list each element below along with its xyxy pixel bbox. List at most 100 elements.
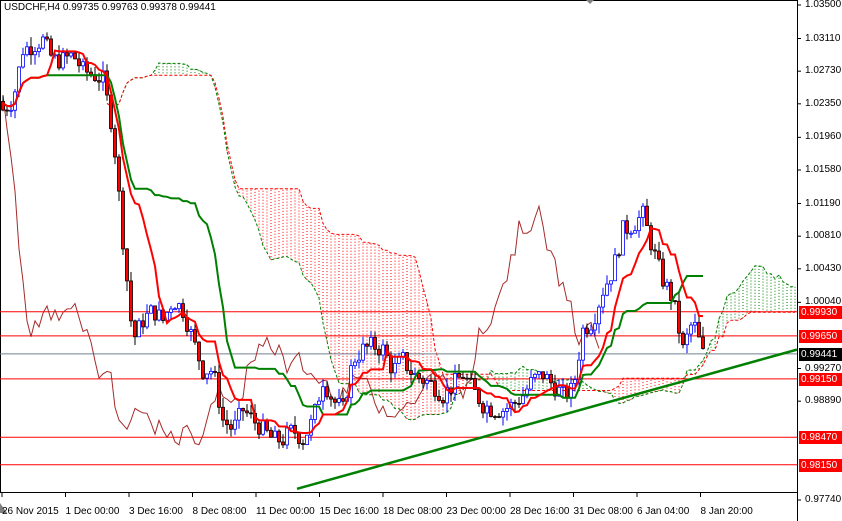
- candle-body: [657, 250, 661, 260]
- candle-body: [197, 341, 201, 362]
- ohlc-values: 0.99735 0.99763 0.99378 0.99441: [62, 2, 216, 13]
- price-tick-label: 0.98890: [805, 395, 842, 407]
- candle-body: [185, 317, 189, 332]
- candle: [221, 397, 225, 428]
- candle: [701, 326, 705, 350]
- time-tick-label: 6 Jan 04:00: [637, 506, 690, 517]
- candle-body: [241, 408, 245, 412]
- candle-body: [389, 355, 393, 374]
- price-chart[interactable]: [0, 0, 842, 521]
- candle: [693, 313, 697, 333]
- candle-body: [697, 321, 701, 338]
- candle-body: [37, 47, 41, 52]
- candle: [661, 252, 665, 290]
- candle-body: [505, 408, 509, 412]
- candle-body: [693, 321, 697, 326]
- chart-window: USDCHF,H4 0.99735 0.99763 0.99378 0.9944…: [0, 0, 842, 521]
- candle: [293, 416, 297, 440]
- candle: [153, 305, 157, 326]
- candle-body: [673, 300, 677, 302]
- candle: [669, 279, 673, 311]
- candle-body: [357, 359, 361, 363]
- candle: [377, 345, 381, 364]
- candle-body: [221, 406, 225, 421]
- candle: [465, 374, 469, 382]
- candle-body: [529, 377, 533, 390]
- candle-body: [653, 249, 657, 252]
- candle: [673, 300, 677, 305]
- price-tick-label: 1.03110: [805, 32, 841, 44]
- candle-body: [245, 410, 249, 414]
- candle-body: [609, 280, 613, 285]
- candle-body: [629, 232, 633, 235]
- candle: [397, 352, 401, 365]
- candle-body: [633, 230, 637, 234]
- candle: [653, 243, 657, 259]
- candle-body: [405, 352, 409, 372]
- candle-body: [689, 324, 693, 335]
- candle: [209, 367, 213, 380]
- candle-body: [9, 109, 13, 112]
- price-level-tag: 0.99441: [799, 347, 842, 361]
- candle: [113, 124, 117, 165]
- candle-body: [573, 379, 577, 384]
- price-level-tag: 0.99150: [799, 372, 842, 386]
- candle-body: [1, 101, 5, 111]
- time-tick-label: 11 Dec 00:00: [256, 506, 315, 517]
- candle: [561, 378, 565, 397]
- candle-body: [41, 36, 45, 49]
- candle: [641, 203, 645, 227]
- candle: [633, 225, 637, 234]
- candle: [49, 35, 53, 57]
- candle-body: [561, 385, 565, 388]
- candle: [181, 298, 185, 322]
- candle-body: [97, 80, 101, 83]
- candle: [505, 403, 509, 421]
- time-tick-label: 28 Dec 16:00: [510, 506, 570, 517]
- candle: [213, 365, 217, 377]
- candle-body: [177, 303, 181, 310]
- candle: [125, 248, 129, 292]
- candle-body: [21, 54, 25, 68]
- candle-body: [265, 419, 269, 431]
- candle-body: [545, 374, 549, 380]
- time-tick-label: 3 Dec 16:00: [129, 506, 183, 517]
- candle-body: [61, 52, 65, 69]
- candle-body: [233, 419, 237, 430]
- candle-body: [209, 370, 213, 375]
- candle-body: [45, 36, 49, 40]
- candle: [229, 419, 233, 437]
- candle-body: [281, 441, 285, 446]
- candle: [81, 58, 85, 71]
- candle: [537, 371, 541, 379]
- candle-body: [513, 401, 517, 404]
- price-tick-label: 1.01580: [805, 164, 842, 175]
- candle-body: [585, 327, 589, 335]
- price-tick-label: 0.97740: [805, 494, 842, 505]
- candle-body: [493, 416, 497, 418]
- price-tick-label: 1.01960: [805, 131, 842, 143]
- candle: [133, 319, 137, 345]
- time-tick-label: 1 Dec 00:00: [65, 506, 120, 517]
- candle: [277, 429, 281, 449]
- candle: [597, 304, 601, 334]
- candle-body: [465, 377, 469, 380]
- candle: [45, 32, 49, 42]
- candle: [201, 360, 205, 381]
- price-level-tag: 0.99930: [799, 305, 842, 319]
- candle: [73, 52, 77, 60]
- candle: [185, 309, 189, 337]
- candle: [373, 331, 377, 356]
- candle-body: [173, 308, 177, 311]
- candle: [241, 407, 245, 421]
- candle-body: [541, 371, 545, 380]
- candle-body: [129, 280, 133, 322]
- time-tick-label: 15 Dec 16:00: [319, 506, 380, 517]
- candle: [77, 51, 81, 73]
- candle: [217, 363, 221, 415]
- candle-body: [341, 398, 345, 402]
- candle: [197, 341, 201, 370]
- candle: [381, 339, 385, 361]
- candle-body: [273, 430, 277, 438]
- candle: [353, 358, 357, 369]
